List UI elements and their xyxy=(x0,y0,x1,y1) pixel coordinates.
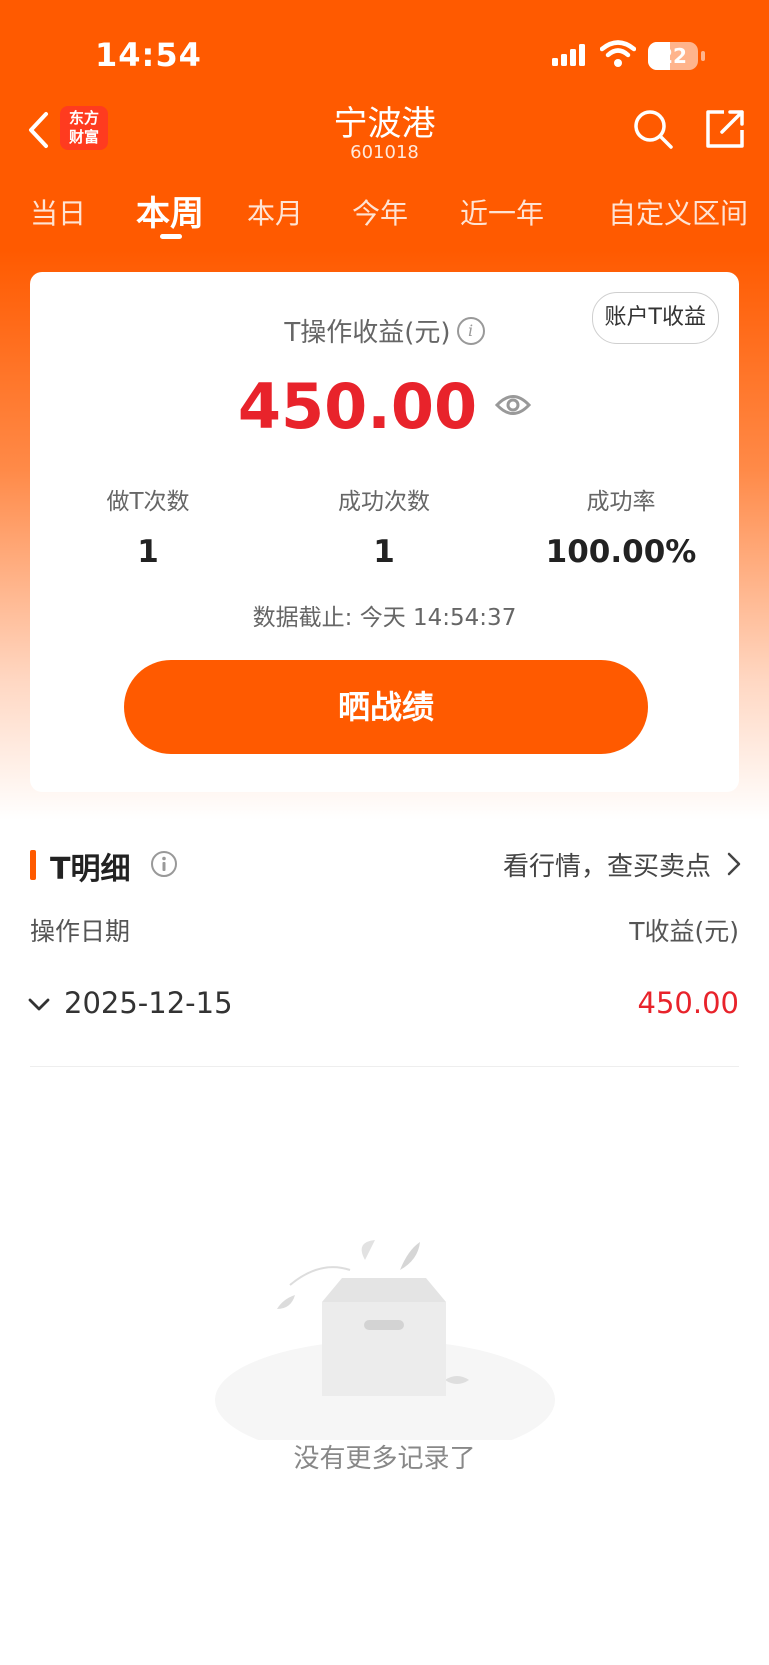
profit-label: T操作收益(元) xyxy=(284,318,451,348)
share-results-button[interactable]: 晒战绩 xyxy=(124,660,648,754)
status-bar: 14:54 22 xyxy=(0,0,769,100)
data-cutoff-time: 数据截止: 今天 14:54:37 xyxy=(252,605,517,631)
status-time: 14:54 xyxy=(95,36,202,74)
battery-icon: 22 xyxy=(648,42,698,70)
battery-tip xyxy=(701,51,705,61)
profit-label-row: T操作收益(元) i xyxy=(30,312,739,349)
eye-icon[interactable] xyxy=(495,392,532,418)
empty-state-text: 没有更多记录了 xyxy=(293,1444,476,1474)
signal-icon xyxy=(552,44,585,66)
stat-value: 1 xyxy=(373,534,395,570)
active-tab-indicator xyxy=(160,234,182,239)
stat-t-count: 做T次数 1 xyxy=(30,482,266,570)
stat-label: 成功次数 xyxy=(338,489,430,515)
table-row-date[interactable]: 2025-12-15 xyxy=(64,986,233,1020)
profit-value: 450.00 xyxy=(237,370,478,443)
info-icon[interactable]: i xyxy=(456,316,485,345)
tab-last-year[interactable]: 近一年 xyxy=(460,192,544,232)
stat-success-count: 成功次数 1 xyxy=(266,482,502,570)
tab-this-week[interactable]: 本周 xyxy=(136,186,204,235)
chevron-right-icon[interactable] xyxy=(727,852,741,876)
chevron-down-icon[interactable] xyxy=(28,998,50,1012)
table-row-profit: 450.00 xyxy=(637,986,739,1020)
nav-bar: 东方 财富 宁波港 601018 xyxy=(0,92,769,172)
stat-value: 1 xyxy=(137,534,159,570)
tab-this-month[interactable]: 本月 xyxy=(247,192,303,232)
stat-label: 做T次数 xyxy=(106,489,190,515)
tab-this-year[interactable]: 今年 xyxy=(352,192,408,232)
period-tabs: 当日 本周 本月 今年 近一年 自定义区间 xyxy=(0,180,769,240)
tab-today[interactable]: 当日 xyxy=(30,192,86,232)
empty-box-illustration xyxy=(215,1240,555,1440)
section-accent-bar xyxy=(30,850,36,880)
info-icon[interactable] xyxy=(150,850,178,878)
stat-success-rate: 成功率 100.00% xyxy=(503,482,739,570)
stat-value: 100.00% xyxy=(545,534,697,570)
divider xyxy=(30,1066,739,1067)
column-header-profit: T收益(元) xyxy=(629,917,739,946)
column-header-date: 操作日期 xyxy=(30,917,131,946)
share-icon[interactable] xyxy=(704,108,746,150)
summary-card: 账户T收益 T操作收益(元) i 450.00 做T次数 1 成功次数 1 成功率… xyxy=(30,272,739,792)
section-title: T明细 xyxy=(50,852,131,887)
tab-custom-range[interactable]: 自定义区间 xyxy=(608,192,748,232)
profit-value-row: 450.00 xyxy=(30,370,739,443)
wifi-icon xyxy=(600,40,636,67)
view-market-link[interactable]: 看行情，查买卖点 xyxy=(503,846,711,883)
search-icon[interactable] xyxy=(632,108,674,150)
stat-label: 成功率 xyxy=(586,489,656,515)
battery-level: 22 xyxy=(659,44,687,68)
